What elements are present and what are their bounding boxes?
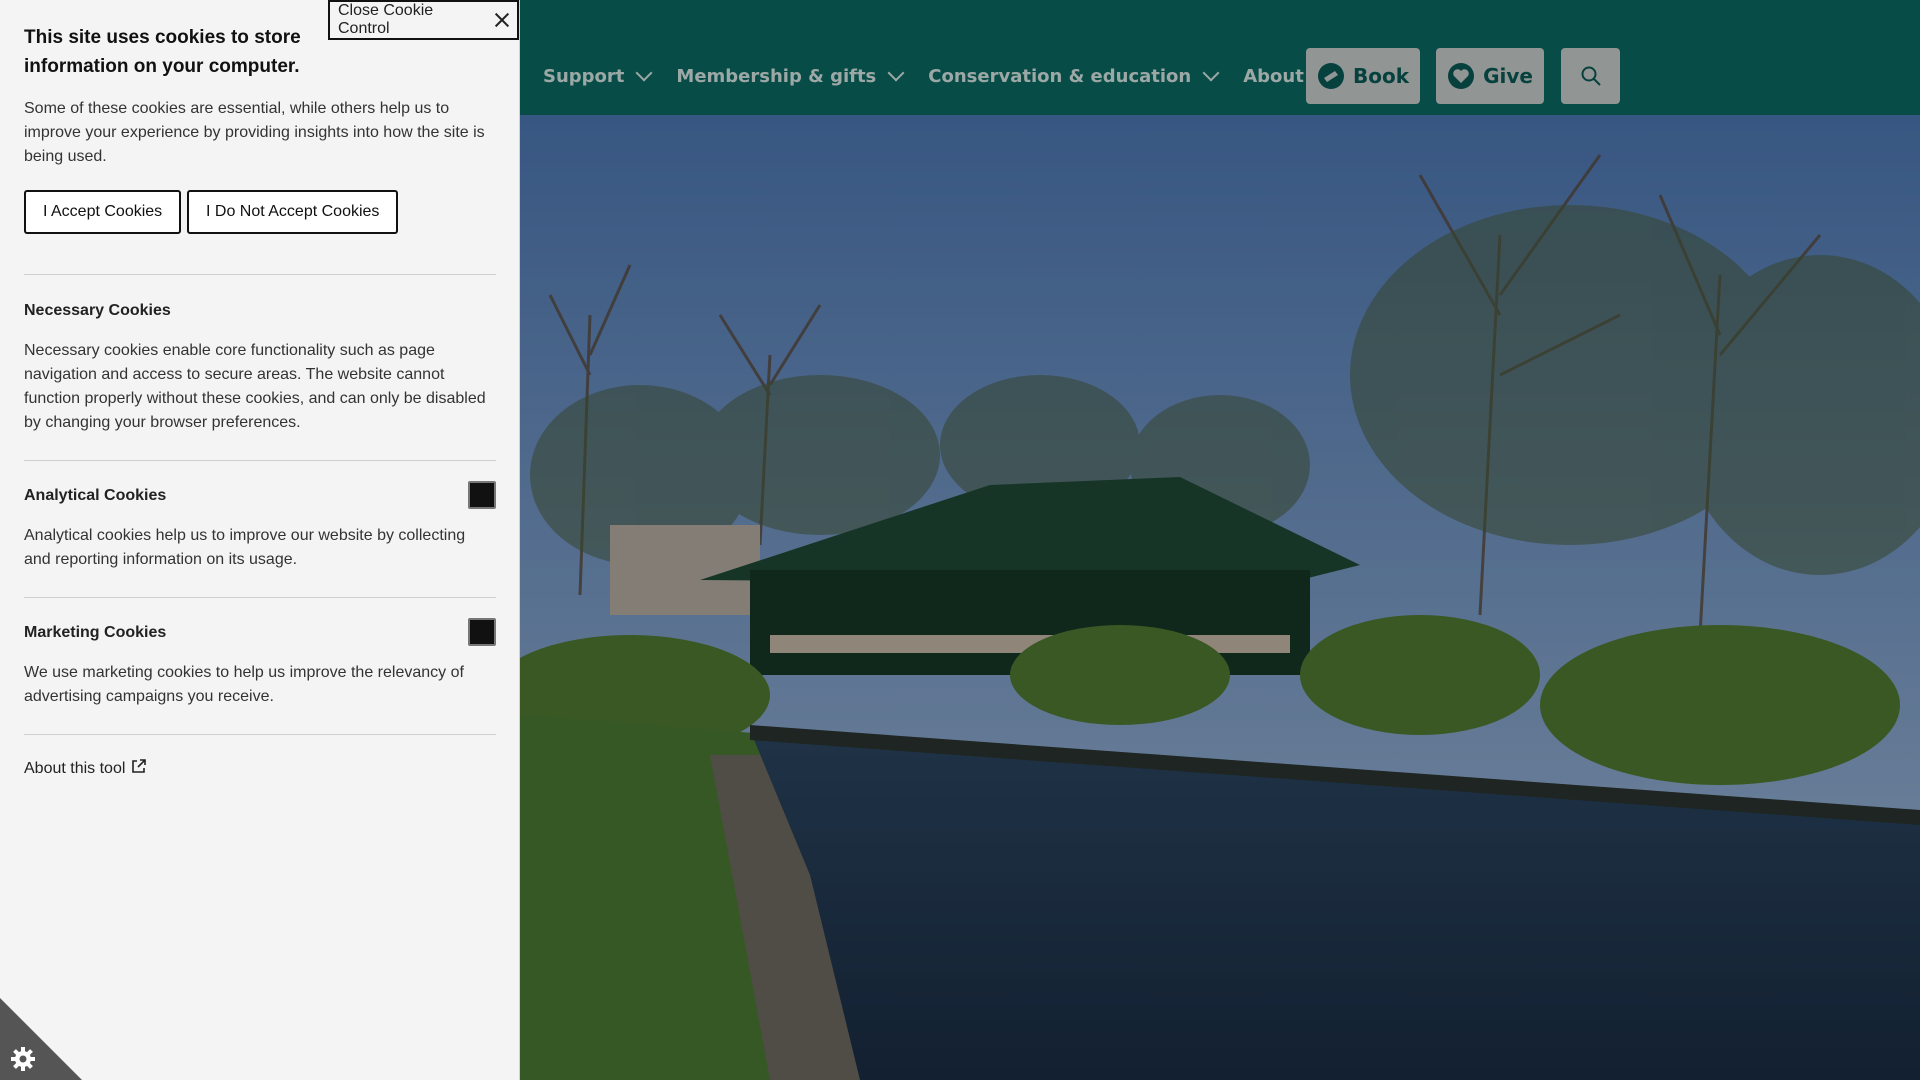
chevron-down-icon	[887, 64, 905, 82]
cookie-intro: Some of these cookies are essential, whi…	[24, 100, 485, 165]
divider	[24, 597, 496, 598]
close-icon	[495, 13, 509, 27]
chevron-down-icon	[1202, 64, 1220, 82]
cookie-gear-icon	[11, 1047, 35, 1071]
nav-item-conservation[interactable]: Conservation & education	[928, 64, 1220, 87]
cookie-control-panel: Close Cookie Control This site uses cook…	[0, 0, 520, 1080]
nav-item-label: Support	[543, 65, 625, 87]
divider	[24, 460, 496, 461]
analytical-cookies-title: Analytical Cookies	[24, 487, 167, 504]
give-button[interactable]: Give	[1436, 48, 1544, 104]
close-cookie-control-button[interactable]: Close Cookie Control	[328, 0, 519, 40]
marketing-cookies-text: We use marketing cookies to help us impr…	[24, 664, 464, 705]
nav-item-support[interactable]: Support	[543, 64, 653, 87]
nav-item-membership[interactable]: Membership & gifts	[676, 64, 905, 87]
ticket-icon	[1317, 62, 1345, 90]
necessary-cookies-text: Necessary cookies enable core functional…	[24, 342, 486, 431]
marketing-cookies-title: Marketing Cookies	[24, 624, 167, 641]
search-button[interactable]	[1561, 48, 1620, 104]
divider	[24, 274, 496, 275]
analytical-cookies-toggle[interactable]	[468, 481, 496, 509]
search-icon	[1580, 65, 1602, 87]
necessary-cookies-title: Necessary Cookies	[24, 302, 171, 319]
book-button[interactable]: Book	[1306, 48, 1420, 104]
nav-item-label: Membership & gifts	[676, 65, 877, 87]
nav-item-label: About	[1243, 65, 1304, 87]
close-label: Close Cookie Control	[338, 2, 434, 37]
hero-image	[520, 115, 1920, 1080]
chevron-down-icon	[635, 64, 653, 82]
marketing-cookies-toggle[interactable]	[468, 618, 496, 646]
about-label: About this tool	[24, 759, 126, 777]
about-this-tool-link[interactable]: About this tool	[24, 758, 147, 779]
external-link-icon	[131, 758, 147, 779]
divider	[24, 734, 496, 735]
nav-item-label: Conservation & education	[928, 65, 1192, 87]
give-label: Give	[1483, 64, 1533, 88]
book-label: Book	[1352, 64, 1410, 88]
main-nav: Support Membership & gifts Conservation …	[543, 60, 1356, 92]
heart-icon	[1447, 62, 1475, 90]
accept-cookies-button[interactable]: I Accept Cookies	[24, 190, 182, 234]
cookie-title: This site uses cookies to store informat…	[24, 27, 301, 77]
reject-cookies-button[interactable]: I Do Not Accept Cookies	[187, 190, 399, 234]
analytical-cookies-text: Analytical cookies help us to improve ou…	[24, 527, 466, 568]
